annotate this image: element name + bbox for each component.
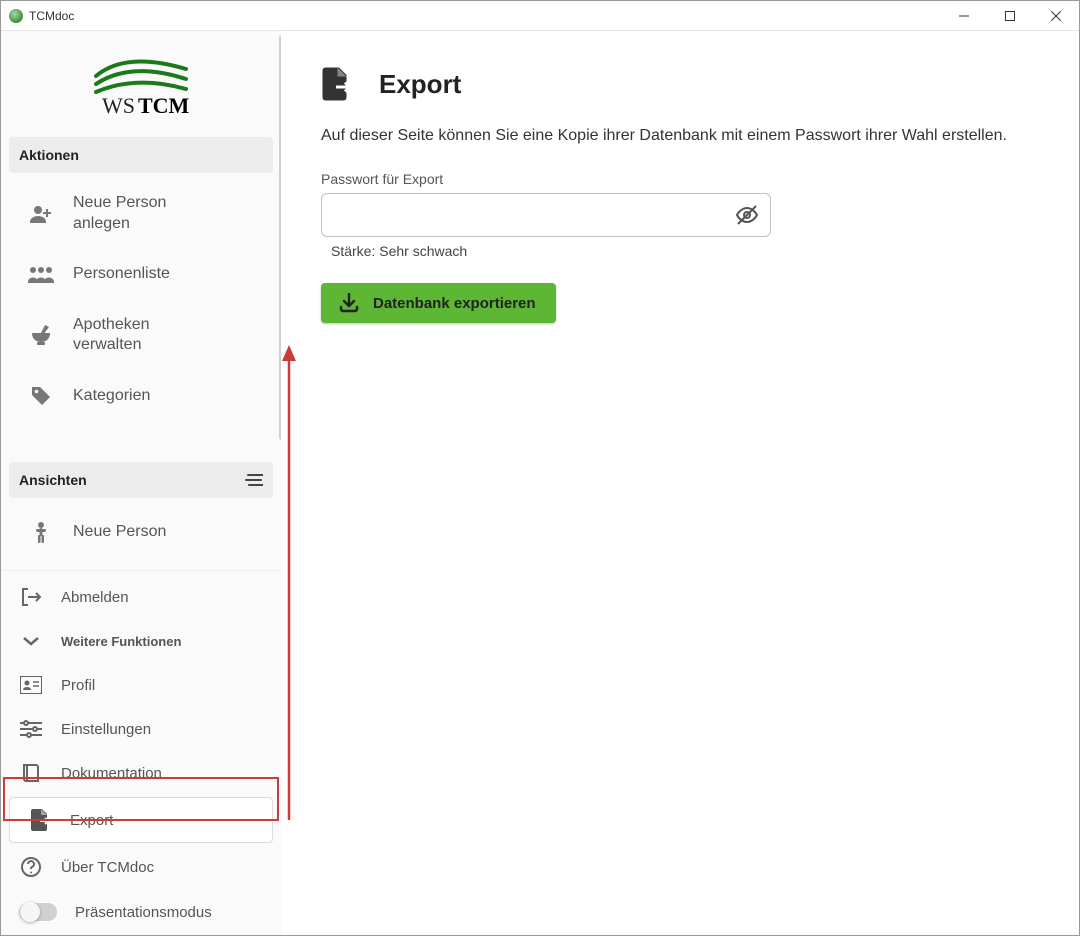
window-title: TCMdoc	[29, 9, 74, 23]
section-header-aktionen: Aktionen	[9, 137, 273, 173]
sidebar-item-label: Personenliste	[73, 264, 170, 285]
sidebar-bottom: Abmelden Weitere Funktionen Profil	[1, 570, 281, 935]
person-add-icon	[27, 200, 55, 228]
maximize-button[interactable]	[987, 1, 1033, 31]
sidebar-item-label: Profil	[61, 677, 95, 694]
file-export-icon	[321, 67, 351, 101]
logo-icon: WS TCM	[66, 51, 216, 121]
sidebar-item-personenliste[interactable]: Personenliste	[9, 249, 273, 301]
sidebar-item-neue-person[interactable]: Neue Person	[9, 506, 273, 558]
file-export-icon	[28, 808, 52, 832]
app-icon	[9, 9, 23, 23]
download-icon	[339, 293, 359, 313]
main-header: Export	[321, 67, 1059, 101]
app-window: TCMdoc WS	[0, 0, 1080, 936]
titlebar-left: TCMdoc	[9, 9, 74, 23]
app-body: WS TCM Aktionen Neue Person anlegen	[1, 31, 1079, 935]
titlebar: TCMdoc	[1, 1, 1079, 31]
sidebar-item-label: Über TCMdoc	[61, 859, 154, 876]
toggle-label: Präsentationsmodus	[75, 904, 212, 921]
page-description: Auf dieser Seite können Sie eine Kopie i…	[321, 127, 1059, 145]
window-controls	[941, 1, 1079, 31]
password-strength: Stärke: Sehr schwach	[331, 243, 1059, 259]
minimize-icon	[959, 11, 969, 21]
page-title: Export	[379, 69, 461, 100]
section-header-ansichten: Ansichten	[9, 462, 273, 498]
password-field-wrap	[321, 193, 771, 237]
logout-icon	[19, 585, 43, 609]
close-icon	[1051, 11, 1061, 21]
sidebar-item-label: Weitere Funktionen	[61, 634, 181, 649]
help-icon	[19, 855, 43, 879]
praesentation-toggle[interactable]	[19, 903, 57, 921]
export-button-label: Datenbank exportieren	[373, 295, 536, 312]
password-input[interactable]	[321, 193, 771, 237]
main-content: Export Auf dieser Seite können Sie eine …	[281, 31, 1079, 935]
annotation-arrow-icon	[279, 345, 299, 825]
logo: WS TCM	[1, 31, 281, 129]
sidebar-item-ueber[interactable]: Über TCMdoc	[1, 845, 281, 889]
id-card-icon	[19, 673, 43, 697]
minimize-button[interactable]	[941, 1, 987, 31]
svg-text:WS: WS	[102, 93, 135, 118]
sidebar-item-abmelden[interactable]: Abmelden	[1, 575, 281, 619]
section-label: Aktionen	[19, 147, 79, 163]
people-icon	[27, 261, 55, 289]
sidebar-item-label: Apotheken verwalten	[73, 315, 213, 357]
chevron-down-icon	[19, 629, 43, 653]
sidebar-item-dokumentation[interactable]: Dokumentation	[1, 751, 281, 795]
sidebar-item-kategorien[interactable]: Kategorien	[9, 370, 273, 422]
sidebar-item-label: Neue Person anlegen	[73, 193, 213, 235]
sidebar-item-label: Einstellungen	[61, 721, 151, 738]
person-icon	[27, 518, 55, 546]
sidebar-item-profil[interactable]: Profil	[1, 663, 281, 707]
eye-off-icon[interactable]	[735, 203, 759, 227]
close-button[interactable]	[1033, 1, 1079, 31]
sidebar-item-neue-person-anlegen[interactable]: Neue Person anlegen	[9, 181, 273, 247]
export-database-button[interactable]: Datenbank exportieren	[321, 283, 556, 323]
sidebar-item-weitere-funktionen[interactable]: Weitere Funktionen	[1, 619, 281, 663]
svg-text:TCM: TCM	[138, 93, 190, 118]
toggle-knob	[20, 902, 40, 922]
book-icon	[19, 761, 43, 785]
sidebar-item-export[interactable]: Export	[9, 797, 273, 843]
password-label: Passwort für Export	[321, 171, 1059, 187]
sidebar-item-einstellungen[interactable]: Einstellungen	[1, 707, 281, 751]
section-label: Ansichten	[19, 472, 87, 488]
praesentationsmodus-row: Präsentationsmodus	[1, 889, 281, 935]
sidebar-item-label: Neue Person	[73, 522, 166, 543]
sidebar-item-label: Export	[70, 812, 113, 829]
sidebar-item-label: Dokumentation	[61, 765, 162, 782]
sidebar-item-label: Kategorien	[73, 386, 150, 407]
tag-icon	[27, 382, 55, 410]
maximize-icon	[1005, 11, 1015, 21]
sidebar-item-label: Abmelden	[61, 589, 129, 606]
sidebar-scroll-area: WS TCM Aktionen Neue Person anlegen	[1, 31, 281, 570]
sliders-icon	[19, 717, 43, 741]
sidebar: WS TCM Aktionen Neue Person anlegen	[1, 31, 281, 935]
sidebar-item-apotheken[interactable]: Apotheken verwalten	[9, 303, 273, 369]
mortar-icon	[27, 321, 55, 349]
list-icon[interactable]	[245, 473, 263, 487]
